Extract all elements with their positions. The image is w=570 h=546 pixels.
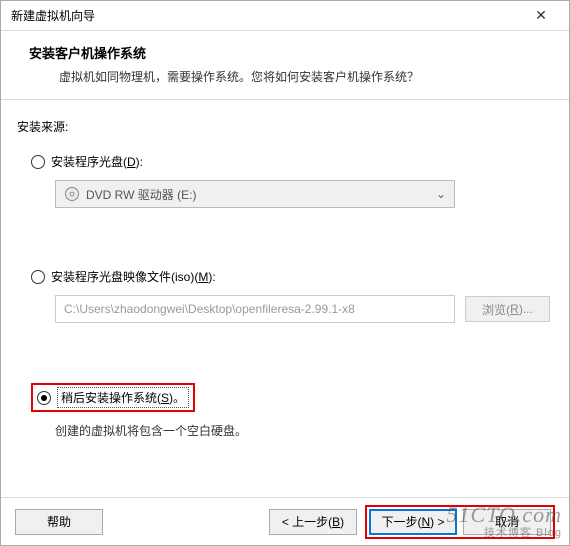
radio-label-disc: 安装程序光盘(D):	[51, 153, 143, 170]
help-button[interactable]: 帮助	[15, 509, 103, 535]
drive-select-value: DVD RW 驱动器 (E:)	[86, 186, 196, 203]
highlight-next-cancel: 下一步(N) > 取消	[365, 505, 555, 539]
cancel-button[interactable]: 取消	[463, 509, 551, 535]
disc-icon	[64, 186, 80, 202]
radio-label-later: 稍后安装操作系统(S)。	[57, 387, 189, 408]
chevron-down-icon: ⌄	[436, 187, 446, 201]
close-button[interactable]: ✕	[521, 2, 561, 30]
page-description: 虚拟机如同物理机，需要操作系统。您将如何安装客户机操作系统？	[59, 68, 559, 85]
option-installer-disc: 安装程序光盘(D): DVD RW 驱动器 (E:) ⌄	[31, 153, 553, 208]
radio-icon	[37, 391, 51, 405]
install-later-desc: 创建的虚拟机将包含一个空白硬盘。	[55, 422, 553, 439]
option-install-later: 稍后安装操作系统(S)。 创建的虚拟机将包含一个空白硬盘。	[31, 383, 553, 439]
install-source-label: 安装来源:	[17, 118, 553, 135]
highlight-install-later: 稍后安装操作系统(S)。	[31, 383, 195, 412]
radio-installer-disc[interactable]: 安装程序光盘(D):	[31, 153, 553, 170]
window-title: 新建虚拟机向导	[11, 7, 521, 24]
radio-icon	[31, 270, 45, 284]
browse-button[interactable]: 浏览(R)...	[465, 296, 550, 322]
drive-select[interactable]: DVD RW 驱动器 (E:) ⌄	[55, 180, 455, 208]
option-iso: 安装程序光盘映像文件(iso)(M): C:\Users\zhaodongwei…	[31, 268, 553, 323]
wizard-content: 安装来源: 安装程序光盘(D): DVD RW 驱动器 (E:) ⌄	[1, 100, 569, 459]
radio-install-later[interactable]: 稍后安装操作系统(S)。	[37, 387, 189, 408]
wizard-footer: 帮助 < 上一步(B) 下一步(N) > 取消	[1, 497, 569, 545]
iso-path-field[interactable]: C:\Users\zhaodongwei\Desktop\openfileres…	[55, 295, 455, 323]
radio-iso[interactable]: 安装程序光盘映像文件(iso)(M):	[31, 268, 553, 285]
radio-icon	[31, 155, 45, 169]
titlebar: 新建虚拟机向导 ✕	[1, 1, 569, 31]
vm-wizard-dialog: 新建虚拟机向导 ✕ 安装客户机操作系统 虚拟机如同物理机，需要操作系统。您将如何…	[0, 0, 570, 546]
back-button[interactable]: < 上一步(B)	[269, 509, 357, 535]
radio-label-iso: 安装程序光盘映像文件(iso)(M):	[51, 268, 216, 285]
next-button[interactable]: 下一步(N) >	[369, 509, 457, 535]
page-title: 安装客户机操作系统	[29, 43, 559, 62]
wizard-header: 安装客户机操作系统 虚拟机如同物理机，需要操作系统。您将如何安装客户机操作系统？	[1, 31, 569, 100]
